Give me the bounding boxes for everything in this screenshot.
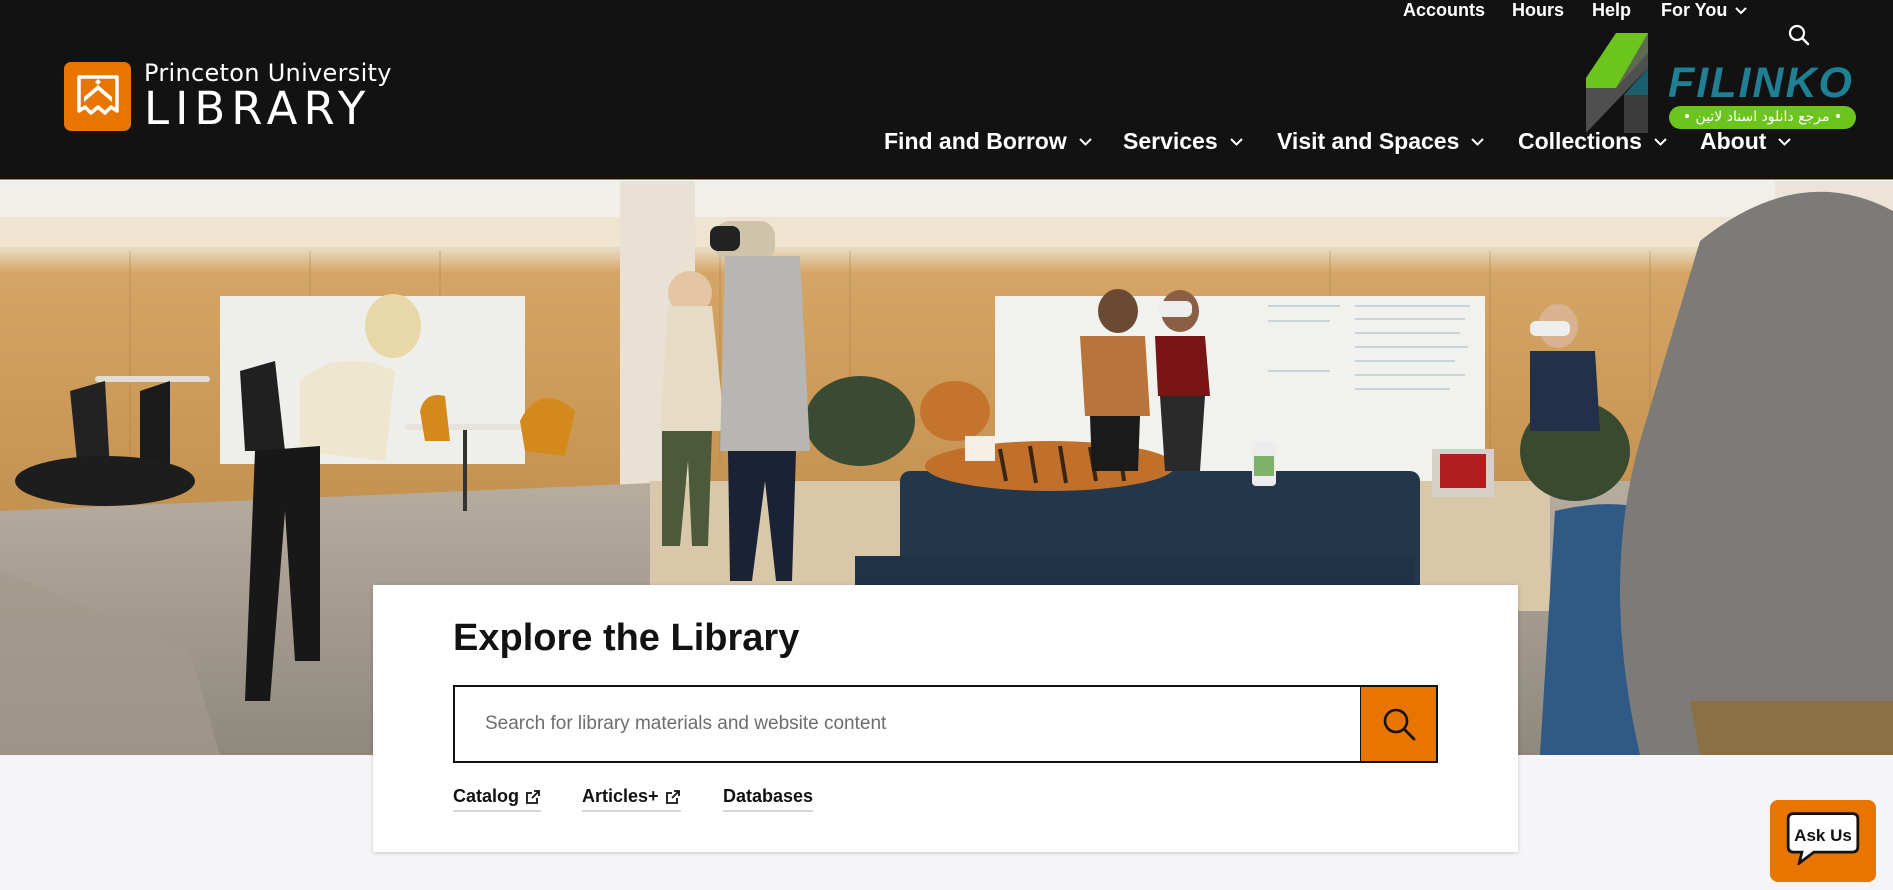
databases-link[interactable]: Databases <box>723 786 814 812</box>
nav-services[interactable]: Services <box>1123 128 1243 155</box>
for-you-menu[interactable]: For You <box>1661 0 1748 21</box>
search-button[interactable] <box>1360 687 1436 761</box>
for-you-label: For You <box>1661 0 1728 20</box>
accounts-link[interactable]: Accounts <box>1403 0 1485 21</box>
articles-label: Articles+ <box>582 786 659 806</box>
watermark-emblem <box>1586 33 1648 133</box>
logo-text: Princeton University LIBRARY <box>144 60 392 132</box>
external-link-icon <box>665 789 680 804</box>
search-input[interactable] <box>455 687 1360 761</box>
nav-label: Services <box>1123 128 1218 154</box>
library-logo[interactable]: Princeton University LIBRARY <box>64 60 392 132</box>
watermark-tagline: • مرجع دانلود اسناد لاتین • <box>1669 106 1856 129</box>
chevron-down-icon <box>1778 137 1792 146</box>
catalog-label: Catalog <box>453 786 520 806</box>
search-form <box>453 685 1438 763</box>
explore-title: Explore the Library <box>453 617 800 659</box>
catalog-link[interactable]: Catalog <box>453 786 542 812</box>
explore-search-card: Explore the Library Catalog Articles+ Da… <box>373 585 1518 852</box>
search-icon <box>1383 708 1415 741</box>
hours-link[interactable]: Hours <box>1512 0 1564 21</box>
chevron-down-icon <box>1654 137 1667 146</box>
nav-visit-and-spaces[interactable]: Visit and Spaces <box>1277 128 1485 155</box>
nav-label: Find and Borrow <box>884 128 1067 154</box>
watermark-name: FILINKO <box>1668 59 1854 107</box>
shield-icon <box>64 61 131 131</box>
chevron-down-icon <box>1735 6 1748 14</box>
chevron-down-icon <box>1079 137 1092 146</box>
articles-link[interactable]: Articles+ <box>582 786 681 812</box>
ask-us-label: Ask Us <box>1794 826 1852 845</box>
nav-find-and-borrow[interactable]: Find and Borrow <box>884 128 1092 155</box>
chevron-down-icon <box>1471 137 1485 146</box>
filinko-watermark: FILINKO • مرجع دانلود اسناد لاتین • <box>1586 33 1856 135</box>
help-link[interactable]: Help <box>1592 0 1631 21</box>
logo-library: LIBRARY <box>144 82 372 135</box>
ask-us-chat-button[interactable]: Ask Us <box>1770 800 1876 882</box>
nav-label: Visit and Spaces <box>1277 128 1460 154</box>
chevron-down-icon <box>1229 137 1243 146</box>
site-header: Princeton University LIBRARY Accounts Ho… <box>0 0 1893 180</box>
external-link-icon <box>526 789 540 804</box>
